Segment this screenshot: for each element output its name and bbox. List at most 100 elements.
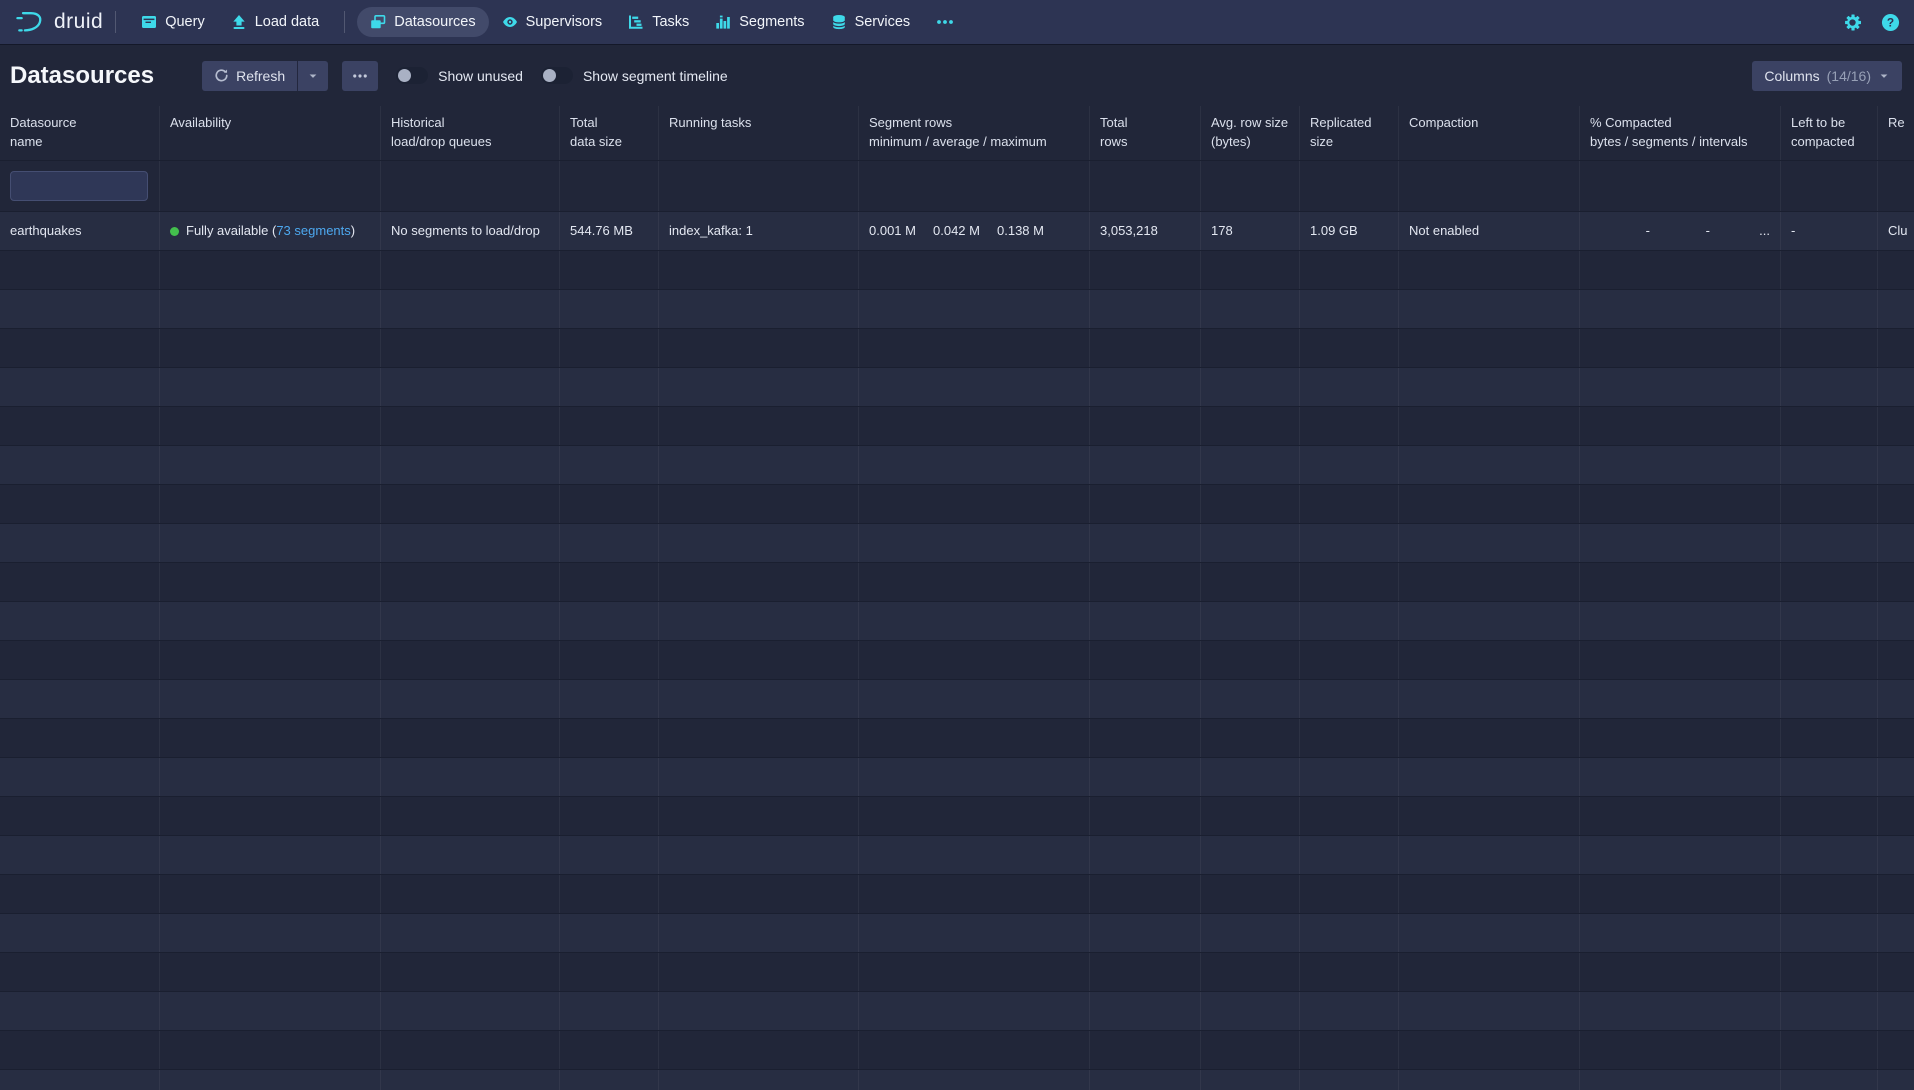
empty-cell (1878, 836, 1914, 874)
settings-button[interactable] (1844, 14, 1861, 31)
empty-cell (1399, 758, 1580, 796)
application-icon (141, 14, 157, 30)
empty-cell (1201, 758, 1300, 796)
empty-cell (859, 329, 1090, 367)
empty-cell (381, 524, 560, 562)
empty-cell (1580, 875, 1781, 913)
column-header-avg-row-size[interactable]: Avg. row size(bytes) (1201, 106, 1300, 160)
refresh-dropdown-button[interactable] (297, 61, 328, 91)
total-data-size-cell: 544.76 MB (560, 212, 659, 250)
empty-cell (560, 290, 659, 328)
empty-cell (1090, 251, 1201, 289)
empty-cell (560, 446, 659, 484)
column-header-compaction[interactable]: Compaction (1399, 106, 1580, 160)
empty-cell (1399, 407, 1580, 445)
column-header-pct-compacted[interactable]: % Compactedbytes / segments / intervals (1580, 106, 1781, 160)
empty-cell (1878, 797, 1914, 835)
empty-cell (1201, 329, 1300, 367)
datasource-filter-input[interactable] (10, 171, 148, 201)
empty-cell (1580, 446, 1781, 484)
empty-cell (1878, 992, 1914, 1030)
empty-table-row (0, 1070, 1914, 1090)
empty-cell (1090, 641, 1201, 679)
empty-cell (1781, 836, 1878, 874)
empty-cell (381, 953, 560, 991)
column-header-left-to-be-compacted[interactable]: Left to becompacted (1781, 106, 1878, 160)
column-header-total-rows[interactable]: Totalrows (1090, 106, 1201, 160)
column-header-replicated-size[interactable]: Replicatedsize (1300, 106, 1399, 160)
columns-button[interactable]: Columns (14/16) (1752, 61, 1902, 91)
empty-cell (160, 602, 381, 640)
nav-divider (115, 11, 116, 33)
column-header-total-data-size[interactable]: Totaldata size (560, 106, 659, 160)
nav-divider (344, 11, 345, 33)
column-header-historical-queues[interactable]: Historicalload/drop queues (381, 106, 560, 160)
empty-cell (1300, 914, 1399, 952)
nav-item-label: Services (855, 14, 911, 30)
nav-item-query[interactable]: Query (128, 7, 218, 37)
druid-logo[interactable]: druid (14, 9, 103, 35)
show-unused-toggle[interactable]: Show unused (396, 67, 523, 84)
empty-cell (659, 602, 859, 640)
empty-cell (1399, 524, 1580, 562)
empty-table-row (0, 563, 1914, 602)
empty-cell (0, 602, 160, 640)
nav-item-segments[interactable]: Segments (702, 7, 817, 37)
empty-cell (381, 797, 560, 835)
nav-item-services[interactable]: Services (818, 7, 924, 37)
retention-cell: Clu (1878, 212, 1914, 250)
more-actions-button[interactable] (342, 61, 378, 91)
empty-cell (859, 641, 1090, 679)
nav-more-button[interactable] (923, 7, 967, 37)
filter-cell (1090, 161, 1201, 211)
empty-cell (1878, 602, 1914, 640)
empty-cell (1580, 563, 1781, 601)
stacked-chart-icon (715, 14, 731, 30)
empty-cell (1300, 251, 1399, 289)
column-header-retention[interactable]: Re (1878, 106, 1914, 160)
empty-cell (1090, 758, 1201, 796)
nav-item-supervisors[interactable]: Supervisors (489, 7, 616, 37)
column-header-availability[interactable]: Availability (160, 106, 381, 160)
empty-cell (0, 446, 160, 484)
empty-cell (1878, 251, 1914, 289)
page-header: Datasources Refresh Show unused Show seg… (0, 45, 1914, 106)
nav-item-label: Load data (255, 14, 320, 30)
empty-cell (659, 290, 859, 328)
column-header-running-tasks[interactable]: Running tasks (659, 106, 859, 160)
empty-cell (859, 797, 1090, 835)
filter-cell (0, 161, 160, 211)
empty-cell (1878, 290, 1914, 328)
empty-cell (160, 1070, 381, 1090)
empty-cell (160, 524, 381, 562)
empty-cell (659, 914, 859, 952)
empty-cell (560, 758, 659, 796)
empty-cell (1201, 992, 1300, 1030)
empty-cell (1399, 329, 1580, 367)
empty-cell (0, 485, 160, 523)
help-button[interactable]: ? (1881, 13, 1900, 32)
empty-cell (160, 875, 381, 913)
nav-item-datasources[interactable]: Datasources (357, 7, 488, 37)
nav-item-tasks[interactable]: Tasks (615, 7, 702, 37)
empty-cell (0, 992, 160, 1030)
refresh-button[interactable]: Refresh (202, 61, 297, 91)
empty-cell (160, 953, 381, 991)
empty-cell (160, 641, 381, 679)
empty-cell (381, 1031, 560, 1069)
empty-cell (1781, 524, 1878, 562)
column-header-datasource-name[interactable]: Datasourcename (0, 106, 160, 160)
nav-item-load-data[interactable]: Load data (218, 7, 333, 37)
toggle-track (396, 67, 428, 84)
show-segment-timeline-toggle[interactable]: Show segment timeline (541, 67, 728, 84)
empty-cell (560, 329, 659, 367)
datasource-row-earthquakes: earthquakes Fully available (73 segments… (0, 212, 1914, 251)
empty-table-row (0, 407, 1914, 446)
empty-table-row (0, 719, 1914, 758)
segments-link[interactable]: 73 segments (276, 223, 350, 238)
empty-cell (381, 992, 560, 1030)
column-header-segment-rows[interactable]: Segment rowsminimum / average / maximum (859, 106, 1090, 160)
empty-cell (1090, 407, 1201, 445)
empty-cell (1580, 407, 1781, 445)
datasource-name-cell[interactable]: earthquakes (0, 212, 160, 250)
